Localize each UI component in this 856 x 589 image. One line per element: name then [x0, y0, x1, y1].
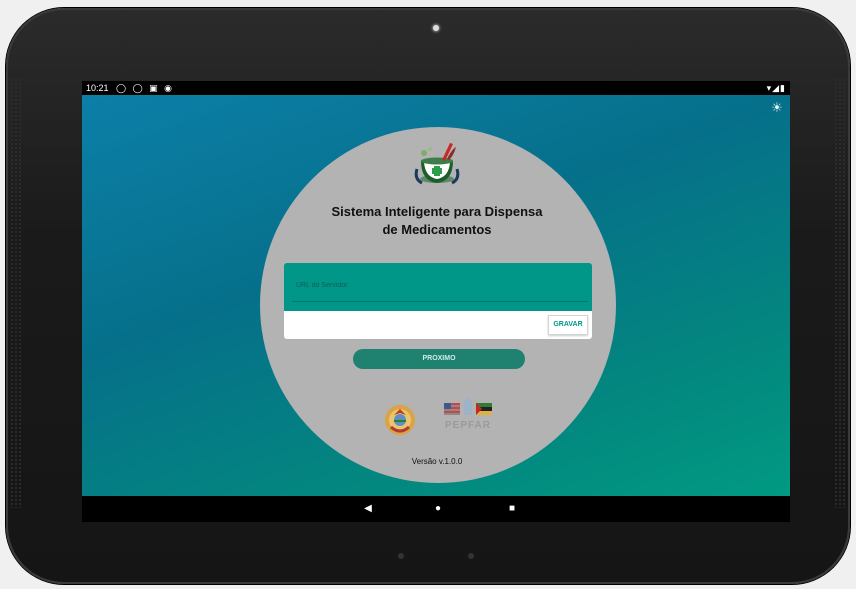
gravar-button[interactable]: GRAVAR [548, 315, 588, 335]
sensor-left [398, 553, 404, 559]
speaker-grille-right [834, 78, 846, 508]
status-bar: 10:21 ◯ ◯ ▣ ◉ ▾◢▮ [82, 81, 790, 95]
pepfar-logo: PEPFAR [440, 397, 496, 437]
front-camera [433, 25, 439, 31]
pharmacy-logo-icon [414, 143, 460, 185]
notification-icons: ◯ ◯ ▣ ◉ [116, 83, 175, 93]
tablet-frame: 10:21 ◯ ◯ ▣ ◉ ▾◢▮ ☀ Sistema Inteligente … [6, 8, 850, 584]
recents-icon[interactable]: ■ [500, 496, 524, 522]
url-actions-bar: GRAVAR [284, 311, 592, 339]
mozambique-emblem-icon [385, 405, 415, 435]
sensor-right [468, 553, 474, 559]
pepfar-text: PEPFAR [444, 420, 491, 431]
app-title-line1: Sistema Inteligente para Dispensa [331, 204, 543, 219]
app-title: Sistema Inteligente para Dispensa de Med… [292, 203, 582, 239]
android-nav-bar: ◀ ● ■ [82, 496, 790, 522]
flags-icon [444, 397, 492, 415]
signal-battery-icon: ▾◢▮ [766, 83, 786, 93]
version-label: Versão v.1.0.0 [411, 457, 463, 466]
brightness-icon[interactable]: ☀ [770, 101, 784, 115]
status-time: 10:21 [86, 83, 109, 93]
app-title-line2: de Medicamentos [382, 222, 492, 237]
home-icon[interactable]: ● [426, 496, 450, 522]
server-url-input[interactable] [292, 269, 588, 302]
login-screen: ☀ Sistema Inteligente para Dispensa de M… [82, 95, 790, 496]
device-screen: 10:21 ◯ ◯ ▣ ◉ ▾◢▮ ☀ Sistema Inteligente … [82, 81, 790, 522]
server-url-field [284, 263, 592, 311]
speaker-grille-left [10, 78, 22, 508]
proximo-button[interactable]: PROXIMO [353, 349, 525, 369]
back-icon[interactable]: ◀ [356, 496, 380, 522]
